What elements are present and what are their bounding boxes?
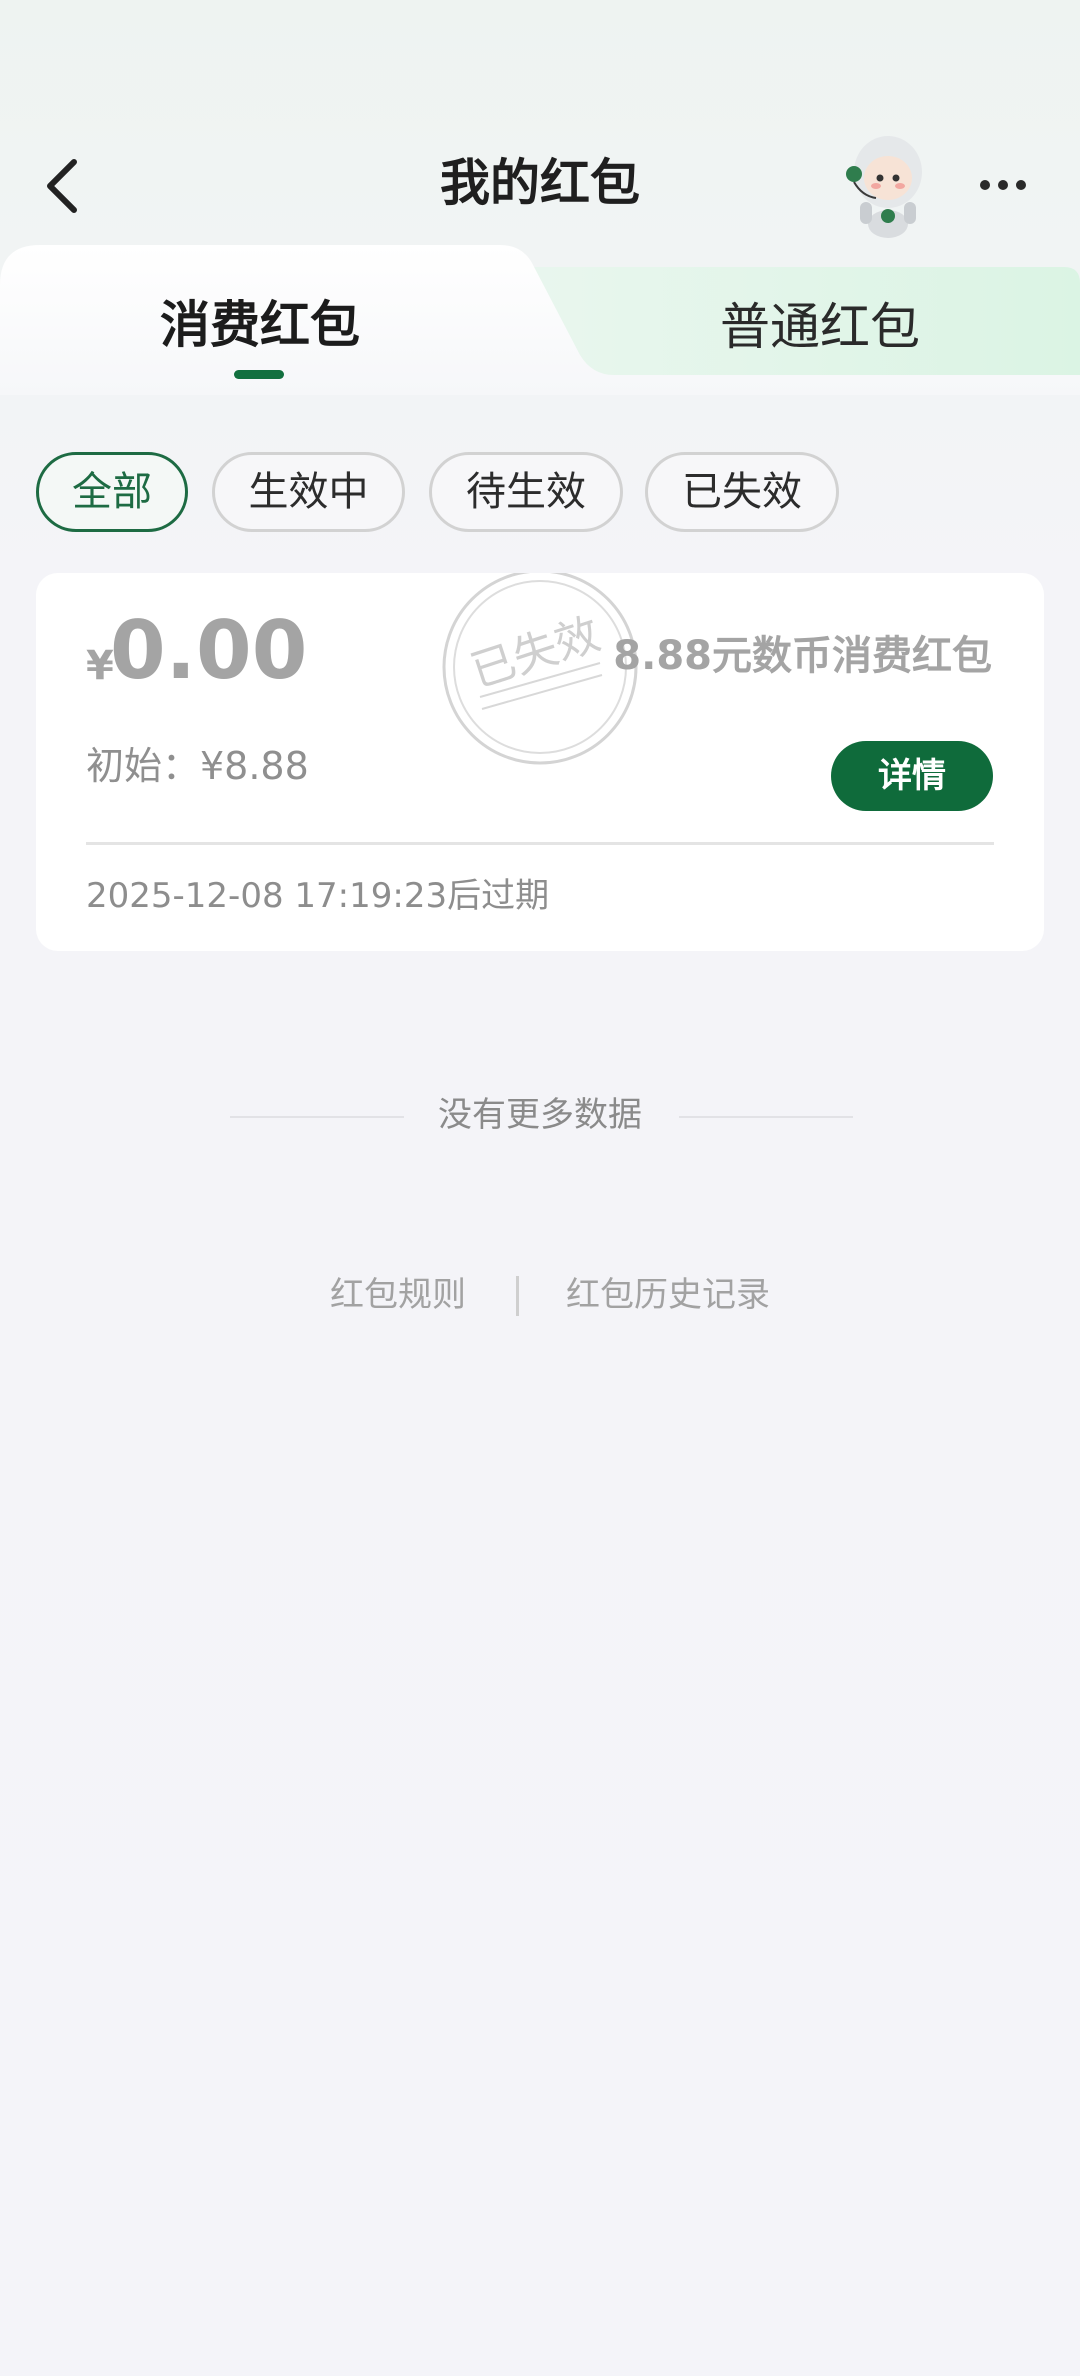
redpacket-name: 8.88元数币消费红包 [613,633,992,679]
robot-mascot-icon[interactable] [832,128,944,240]
more-dots-icon [980,180,1026,190]
tab-bar: 消费红包 普通红包 [0,245,1080,395]
more-button[interactable] [965,160,1045,210]
filter-chip-pending[interactable]: 待生效 [429,452,623,532]
expiry-text: 2025-12-08 17:19:23后过期 [86,876,550,916]
expired-stamp: 已失效 [442,573,638,765]
active-tab-indicator [234,370,284,379]
stamp-text: 已失效 [465,609,606,698]
tab-consumption-redpacket[interactable]: 消费红包 [60,295,460,355]
filter-chip-active[interactable]: 生效中 [212,452,405,532]
filter-chip-all[interactable]: 全部 [36,452,188,532]
card-divider [86,842,994,845]
initial-amount: 初始：¥8.88 [86,744,309,788]
filter-chip-expired[interactable]: 已失效 [645,452,839,532]
history-link[interactable]: 红包历史记录 [566,1270,770,1320]
list-end-text: 没有更多数据 [438,1095,642,1135]
detail-button[interactable]: 详情 [831,741,993,811]
divider-right [679,1116,853,1118]
link-separator [516,1276,519,1316]
redpacket-card: 已失效 ¥ 0.00 8.88元数币消费红包 初始：¥8.88 详情 2025-… [36,573,1044,951]
rules-link[interactable]: 红包规则 [330,1270,466,1320]
remaining-amount: 0.00 [110,604,308,697]
tab-normal-redpacket[interactable]: 普通红包 [620,297,1020,357]
